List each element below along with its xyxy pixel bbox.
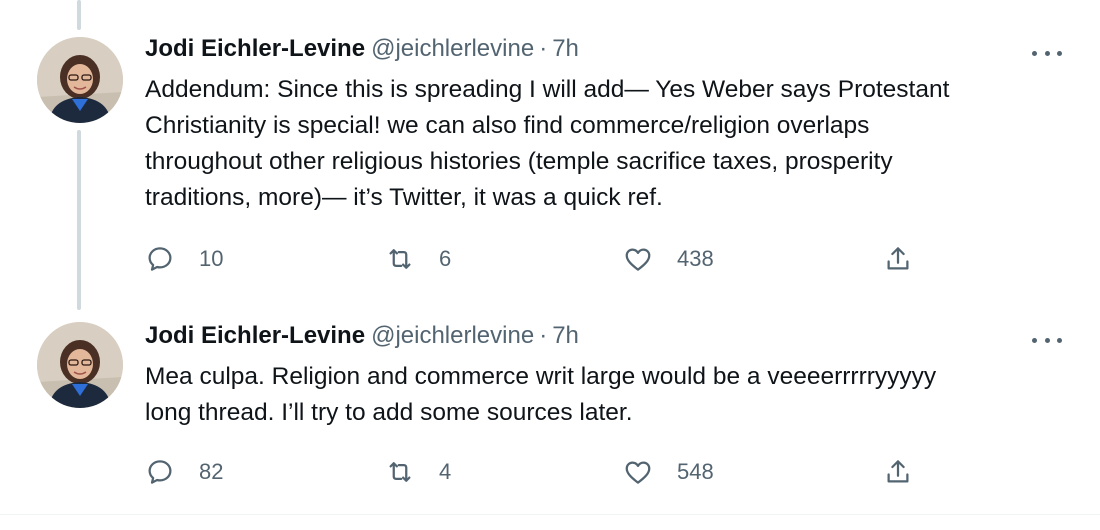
tweet-actions: 10 6 438 bbox=[145, 243, 935, 275]
reply-count: 10 bbox=[199, 246, 224, 271]
reply-button[interactable]: 82 bbox=[145, 456, 223, 488]
like-button[interactable]: 548 bbox=[623, 456, 714, 488]
author-name[interactable]: Jodi Eichler-Levine bbox=[145, 35, 365, 62]
avatar[interactable] bbox=[37, 37, 123, 123]
author-handle[interactable]: @jeichlerlevine bbox=[371, 35, 534, 62]
share-button[interactable] bbox=[883, 243, 913, 275]
retweet-icon bbox=[389, 462, 411, 482]
tweet[interactable]: Jodi Eichler-Levine @jeichlerlevine · 7h Me… bbox=[0, 300, 1100, 515]
share-button[interactable] bbox=[883, 456, 913, 488]
retweet-button[interactable]: 4 bbox=[385, 456, 451, 488]
divider bbox=[0, 514, 1100, 515]
avatar-image bbox=[37, 322, 123, 408]
retweet-button[interactable]: 6 bbox=[385, 243, 451, 275]
author-handle[interactable]: @jeichlerlevine bbox=[371, 322, 534, 349]
separator: · bbox=[539, 322, 548, 349]
like-count: 548 bbox=[677, 459, 714, 484]
thread: Jodi Eichler-Levine @jeichlerlevine · 7h Ad… bbox=[0, 0, 1100, 530]
timestamp[interactable]: 7h bbox=[552, 35, 579, 62]
like-button[interactable]: 438 bbox=[623, 243, 714, 275]
more-icon[interactable] bbox=[1032, 330, 1062, 350]
retweet-count: 6 bbox=[439, 246, 452, 271]
timestamp[interactable]: 7h bbox=[552, 322, 579, 349]
tweet-header: Jodi Eichler-Levine @jeichlerlevine · 7h bbox=[145, 34, 579, 64]
share-icon bbox=[887, 460, 909, 483]
reply-icon bbox=[148, 460, 172, 484]
heart-icon bbox=[625, 248, 651, 271]
tweet-text: Mea culpa. Religion and commerce writ la… bbox=[145, 363, 937, 426]
tweet-text: Addendum: Since this is spreading I will… bbox=[145, 76, 950, 211]
tweet-actions: 82 4 548 bbox=[145, 456, 935, 488]
retweet-count: 4 bbox=[439, 459, 452, 484]
separator: · bbox=[539, 35, 548, 62]
reply-icon bbox=[148, 247, 172, 271]
retweet-icon bbox=[389, 249, 411, 269]
avatar[interactable] bbox=[37, 322, 123, 408]
avatar-image bbox=[37, 37, 123, 123]
reply-button[interactable]: 10 bbox=[145, 243, 223, 275]
like-count: 438 bbox=[677, 246, 714, 271]
tweet[interactable]: Jodi Eichler-Levine @jeichlerlevine · 7h Ad… bbox=[0, 0, 1100, 300]
heart-icon bbox=[625, 461, 651, 484]
tweet-header: Jodi Eichler-Levine @jeichlerlevine · 7h bbox=[145, 321, 579, 351]
reply-count: 82 bbox=[199, 459, 224, 484]
author-name[interactable]: Jodi Eichler-Levine bbox=[145, 322, 365, 349]
share-icon bbox=[887, 247, 909, 270]
more-icon[interactable] bbox=[1032, 43, 1062, 63]
